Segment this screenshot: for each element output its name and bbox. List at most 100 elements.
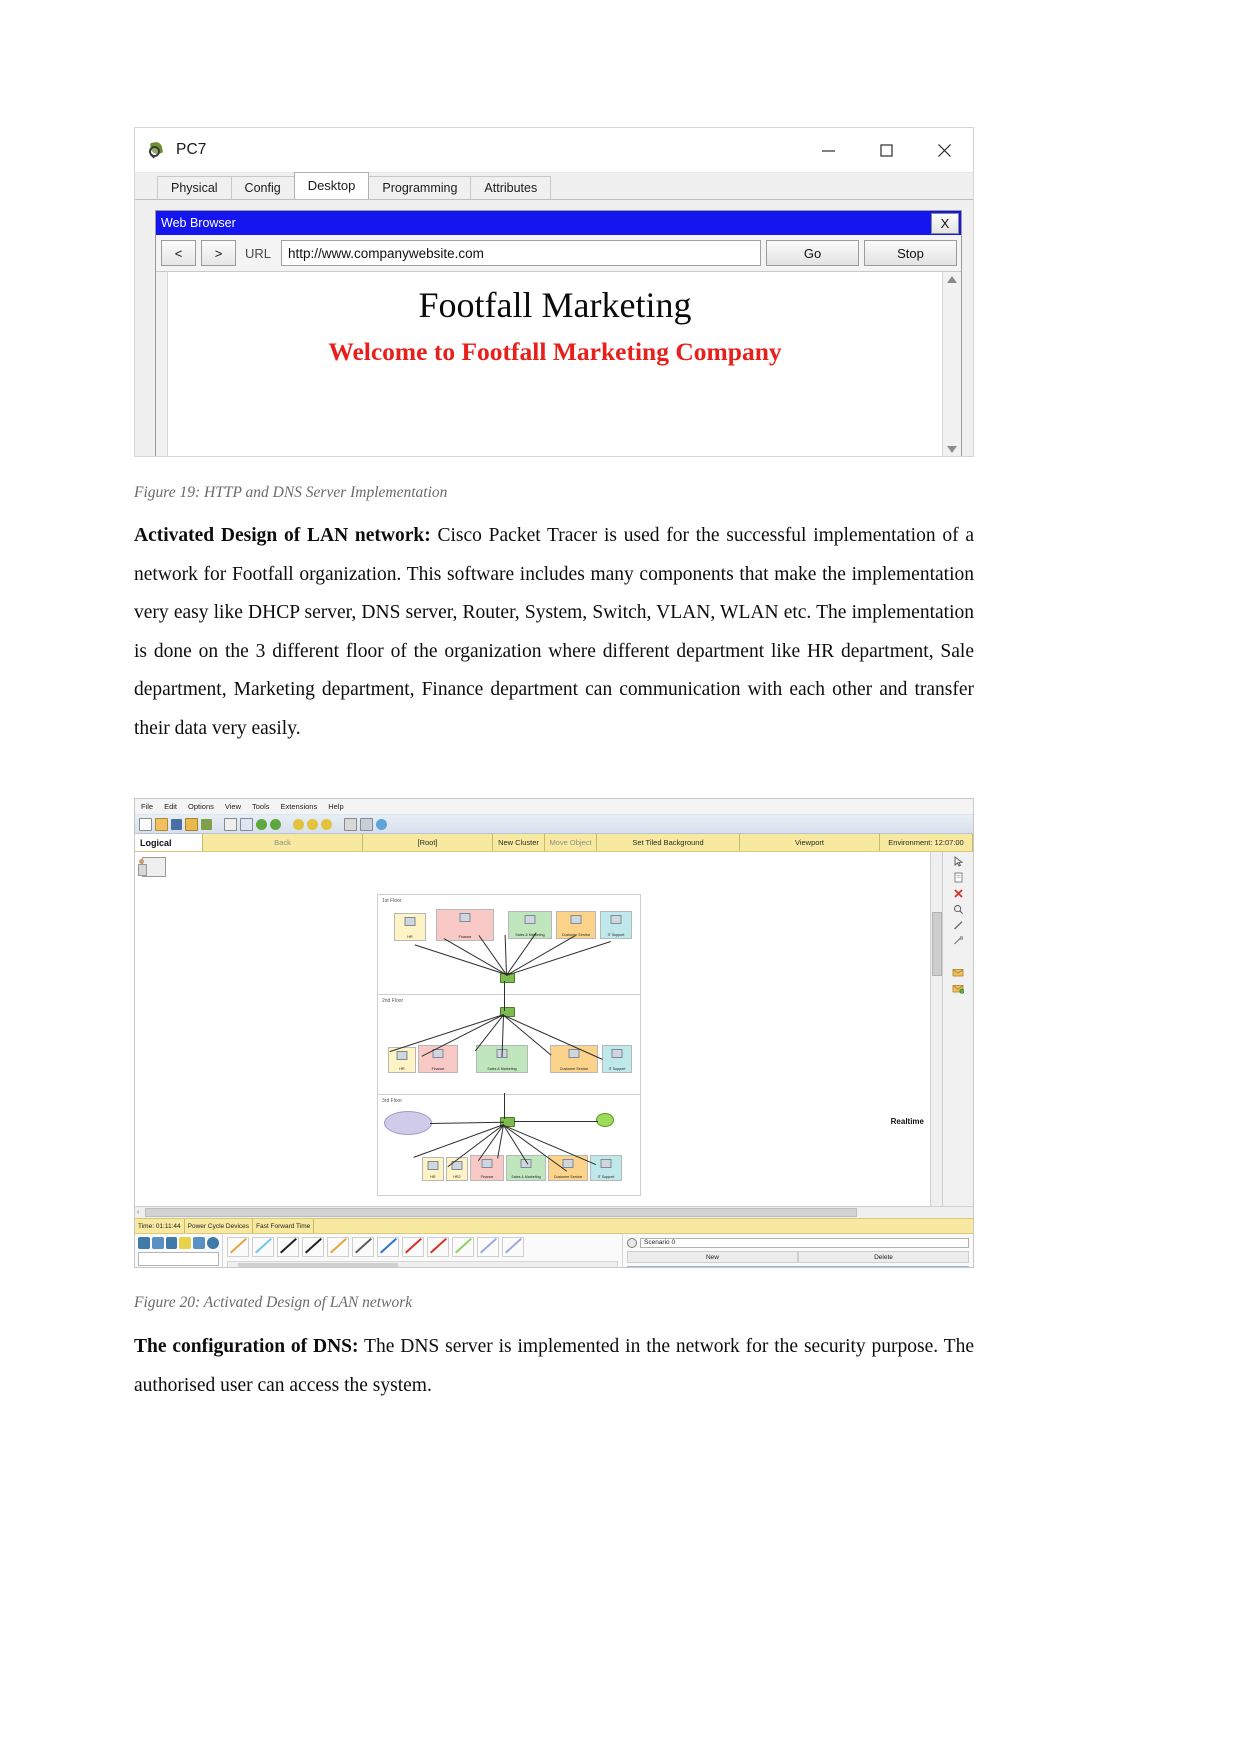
tab-attributes[interactable]: Attributes	[470, 176, 552, 199]
new-file-icon[interactable]	[139, 817, 152, 831]
zoom-in-icon[interactable]	[293, 818, 304, 830]
url-input[interactable]: http://www.companywebsite.com	[281, 240, 761, 266]
pt-device-group[interactable]: HR	[394, 913, 426, 941]
pt-scenario-new-button[interactable]: New	[627, 1251, 798, 1263]
pt-device-group[interactable]: Finance	[436, 909, 494, 941]
pt-device-group[interactable]: HR	[422, 1157, 444, 1181]
copper-straight-through-icon[interactable]	[277, 1237, 299, 1257]
pt-canvas-vertical-scrollbar[interactable]	[930, 852, 942, 1206]
miscellaneous-icon[interactable]	[193, 1237, 206, 1249]
phone-connection-icon[interactable]	[352, 1237, 374, 1257]
menu-file[interactable]: File	[141, 802, 153, 811]
menu-tools[interactable]: Tools	[252, 802, 270, 811]
zoom-reset-icon[interactable]	[307, 818, 318, 830]
menu-options[interactable]: Options	[188, 802, 214, 811]
add-complex-pdu-icon[interactable]	[950, 982, 966, 995]
pt-device-search-input[interactable]	[138, 1252, 219, 1266]
close-icon[interactable]	[915, 128, 973, 172]
pt-annotation-palette[interactable]	[137, 855, 171, 883]
automatic-connection-icon[interactable]	[227, 1237, 249, 1257]
forward-button[interactable]: >	[201, 240, 236, 266]
connections-icon[interactable]	[179, 1237, 192, 1249]
pt-connection-scroll-thumb[interactable]	[238, 1263, 398, 1267]
draw-line-tool-icon[interactable]	[950, 919, 966, 932]
pt-power-cycle-devices-button[interactable]: Power Cycle Devices	[185, 1219, 254, 1233]
serial-dte-icon[interactable]	[427, 1237, 449, 1257]
components-icon[interactable]	[165, 1237, 178, 1249]
delete-tool-icon[interactable]	[950, 887, 966, 900]
end-devices-icon[interactable]	[151, 1237, 164, 1249]
network-info-icon[interactable]	[376, 818, 387, 830]
pt-device-group[interactable]: Customer Service	[550, 1045, 598, 1073]
usb-connection-icon[interactable]	[477, 1237, 499, 1257]
pt-device-group[interactable]: Finance	[470, 1155, 504, 1181]
pt-device-group[interactable]: Finance	[418, 1045, 458, 1073]
stop-button[interactable]: Stop	[864, 240, 957, 266]
pt-canvas-horizontal-scrollbar[interactable]: ‹	[135, 1206, 973, 1218]
coaxial-connection-icon[interactable]	[377, 1237, 399, 1257]
pt-router[interactable]	[596, 1113, 614, 1127]
pt-move-object-button[interactable]: Move Object	[545, 834, 597, 851]
figure-icon[interactable]	[137, 859, 147, 879]
pt-back-button[interactable]: Back	[203, 834, 363, 851]
network-devices-icon[interactable]	[138, 1237, 150, 1249]
scroll-down-icon[interactable]	[947, 446, 957, 453]
serial-dce-icon[interactable]	[402, 1237, 424, 1257]
pt-viewport-button[interactable]: Viewport	[740, 834, 880, 851]
pt-device-group[interactable]: Sales & Marketing	[508, 911, 552, 939]
maximize-icon[interactable]	[857, 128, 915, 172]
save-icon[interactable]	[171, 818, 182, 830]
pt-device-group[interactable]: Sales & Marketing	[506, 1155, 546, 1181]
pt-device-group[interactable]: IT Support	[600, 911, 632, 939]
place-note-icon[interactable]	[950, 871, 966, 884]
tab-config[interactable]: Config	[230, 176, 295, 199]
palette-icon[interactable]	[344, 817, 357, 831]
open-file-icon[interactable]	[155, 817, 168, 831]
tab-programming[interactable]: Programming	[368, 176, 472, 199]
add-simple-pdu-icon[interactable]	[950, 966, 966, 979]
hscroll-left-arrow[interactable]: ‹	[137, 1209, 139, 1216]
activity-wizard-icon[interactable]	[201, 818, 212, 830]
pt-vscroll-thumb[interactable]	[932, 912, 942, 976]
pt-hscroll-thumb[interactable]	[145, 1208, 857, 1217]
menu-help[interactable]: Help	[328, 802, 343, 811]
pt-wireless-cloud[interactable]	[384, 1111, 432, 1135]
tab-desktop[interactable]: Desktop	[293, 172, 370, 199]
menu-edit[interactable]: Edit	[164, 802, 177, 811]
pt-scenario-delete-button[interactable]: Delete	[798, 1251, 969, 1263]
paste-icon[interactable]	[240, 817, 253, 831]
pt-mode-logical[interactable]: Logical	[135, 834, 203, 851]
pt-set-tiled-background-button[interactable]: Set Tiled Background	[597, 834, 740, 851]
pt-device-group[interactable]: IT Support	[590, 1155, 622, 1181]
tab-physical[interactable]: Physical	[157, 176, 232, 199]
copy-icon[interactable]	[224, 817, 237, 831]
pt-device-group[interactable]: HR2	[446, 1157, 468, 1181]
print-icon[interactable]	[185, 817, 198, 831]
octal-connection-icon[interactable]	[452, 1237, 474, 1257]
redo-icon[interactable]	[270, 818, 281, 830]
pt-new-cluster-button[interactable]: New Cluster	[493, 834, 545, 851]
pt-scenario-select[interactable]: Scenario 0	[640, 1237, 969, 1248]
copper-crossover-icon[interactable]	[302, 1237, 324, 1257]
custom-devices-icon[interactable]	[360, 817, 373, 831]
browser-vertical-scrollbar[interactable]	[942, 272, 961, 456]
web-browser-close-button[interactable]: X	[931, 212, 959, 234]
pt-fast-forward-time-button[interactable]: Fast Forward Time	[253, 1219, 315, 1233]
zoom-out-icon[interactable]	[321, 818, 332, 830]
go-button[interactable]: Go	[766, 240, 859, 266]
select-tool-icon[interactable]	[950, 855, 966, 868]
menu-view[interactable]: View	[225, 802, 241, 811]
scroll-up-icon[interactable]	[947, 276, 957, 283]
ieee-connection-icon[interactable]	[502, 1237, 524, 1257]
undo-icon[interactable]	[256, 818, 267, 830]
multiuser-connection-icon[interactable]	[207, 1237, 219, 1249]
pt-device-group[interactable]: Customer Service	[556, 911, 596, 939]
pt-toggle-pdu-list-button[interactable]: Toggle PDU List Window	[627, 1266, 969, 1267]
pt-logical-canvas[interactable]: 1st Floor HR Finance Sales & Marketing C…	[135, 852, 930, 1206]
resize-shape-tool-icon[interactable]	[950, 935, 966, 948]
pt-device-group[interactable]: IT Support	[602, 1045, 632, 1073]
fiber-connection-icon[interactable]	[327, 1237, 349, 1257]
console-connection-icon[interactable]	[252, 1237, 274, 1257]
minimize-icon[interactable]	[799, 128, 857, 172]
inspect-tool-icon[interactable]	[950, 903, 966, 916]
